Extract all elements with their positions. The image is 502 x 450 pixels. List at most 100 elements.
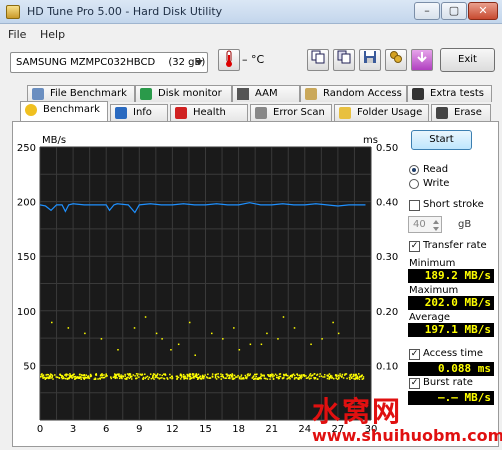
access-time-point [151,376,154,379]
access-time-point [303,375,306,377]
access-time-point [47,373,50,376]
access-time-point [46,376,48,379]
access-time-point [194,375,197,378]
read-radio[interactable] [409,165,419,175]
access-time-point [226,373,228,375]
access-time-point [51,375,54,377]
spin-down-icon[interactable] [433,227,439,231]
transfer-rate-label: Transfer rate [423,240,487,251]
access-time-point [222,376,225,379]
access-time-point [263,375,265,377]
access-time-point [346,377,348,380]
access-time-point [110,376,112,378]
short-stroke-label: Short stroke [423,199,484,210]
access-time-point [274,373,277,376]
access-time-outlier [260,343,263,346]
access-time-point [64,377,67,380]
access-time-point [214,375,217,378]
access-time-point [110,377,113,380]
write-radio[interactable] [409,179,419,189]
start-button[interactable]: Start [411,130,472,150]
access-time-point [339,373,341,375]
access-time-point [88,377,91,380]
x-tick-label: 15 [199,424,212,435]
access-time-point [163,377,165,380]
access-time-point [144,373,146,376]
access-time-outlier [233,327,235,329]
access-time-point [162,373,165,375]
write-label: Write [423,178,450,189]
access-time-point [192,374,194,376]
access-time-outlier [194,354,196,356]
access-time-point [67,374,69,376]
access-time-outlier [211,332,213,335]
access-time-outlier [133,327,136,329]
short-stroke-checkbox[interactable] [409,200,420,211]
watermark-url: www.shuihuobm.com [312,426,502,445]
y-left-tick-label: 250 [17,143,36,154]
average-label: Average [409,312,451,323]
access-time-point [184,375,186,378]
access-time-point [337,374,340,377]
access-time-point [44,378,47,380]
access-time-point [42,374,44,377]
access-time-point [99,377,101,380]
access-time-outlier [170,349,172,351]
access-time-point [261,374,263,377]
access-time-point [320,375,323,377]
access-time-point [48,375,51,378]
access-time-point [42,377,44,379]
access-time-outlier [310,343,312,346]
access-time-outlier [144,316,147,318]
access-time-point [358,373,360,375]
access-time-point [211,373,214,375]
access-time-point [128,377,131,380]
access-time-point [349,375,352,377]
access-time-point [159,373,161,376]
access-time-point [256,373,258,375]
access-time-checkbox[interactable]: ✓ [409,349,420,360]
access-time-outlier [337,332,340,335]
access-time-point [97,378,99,380]
access-time-point [180,376,183,378]
access-time-point [175,375,178,378]
access-time-point [319,373,321,375]
spin-up-icon[interactable] [433,220,439,224]
access-time-value: 0.088 ms [408,362,494,376]
access-time-point [78,373,81,376]
access-time-point [308,378,311,380]
average-value: 197.1 MB/s [408,323,494,337]
access-time-point [350,373,353,376]
access-time-point [240,378,242,380]
access-time-point [193,376,195,379]
access-time-point [115,375,117,378]
access-time-point [61,377,64,380]
access-time-point [211,375,214,378]
access-time-point [271,374,273,377]
access-time-point [180,374,182,376]
access-time-point [161,374,164,377]
burst-rate-checkbox[interactable]: ✓ [409,378,420,389]
access-time-point [229,377,231,380]
y-right-tick-label: 0.40 [376,198,398,209]
access-time-point [128,374,131,376]
access-time-point [199,376,201,379]
access-time-point [90,375,93,377]
access-time-point [310,377,312,380]
access-time-point [54,374,56,376]
access-time-point [349,378,351,380]
access-time-point [186,378,189,380]
access-time-point [124,373,126,376]
access-time-point [295,376,298,379]
access-time-outlier [177,343,180,346]
access-time-outlier [238,349,241,351]
access-time-point [264,377,267,380]
access-time-point [215,378,218,380]
access-time-point [291,376,293,378]
access-time-point [65,375,68,377]
access-time-point [227,377,230,379]
access-time-point [122,375,124,377]
transfer-rate-checkbox[interactable]: ✓ [409,241,420,252]
short-stroke-value: 40 [413,219,426,230]
short-stroke-spinner[interactable]: 40 [408,216,442,233]
